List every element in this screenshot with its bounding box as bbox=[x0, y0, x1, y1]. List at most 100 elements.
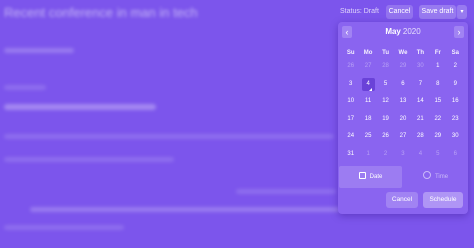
calendar-day[interactable]: 27 bbox=[359, 58, 376, 76]
calendar-day[interactable]: 2 bbox=[447, 58, 464, 76]
calendar-day-number: 25 bbox=[364, 133, 372, 139]
calendar-day[interactable]: 10 bbox=[342, 93, 359, 111]
cancel-button[interactable]: Cancel bbox=[386, 5, 413, 19]
calendar-day-number: 13 bbox=[399, 98, 407, 104]
clock-icon bbox=[422, 171, 431, 180]
calendar-day[interactable]: 26 bbox=[342, 58, 359, 76]
calendar-day[interactable]: 28 bbox=[377, 58, 394, 76]
calendar-day[interactable]: 14 bbox=[412, 93, 429, 111]
calendar-day-number: 6 bbox=[453, 150, 457, 157]
calendar-day-number: 15 bbox=[434, 98, 442, 104]
calendar-day-number: 20 bbox=[399, 115, 407, 122]
calendar-day[interactable]: 31 bbox=[342, 146, 359, 164]
calendar-day[interactable]: 5 bbox=[377, 76, 394, 94]
schedule-button[interactable]: Schedule bbox=[423, 192, 463, 208]
calendar-day[interactable]: 4 bbox=[412, 146, 429, 164]
blurred-line bbox=[4, 85, 46, 90]
calendar-day-number: 2 bbox=[453, 63, 457, 69]
calendar-icon bbox=[358, 171, 366, 179]
calendar-day[interactable]: 18 bbox=[359, 111, 376, 129]
calendar-day[interactable]: 24 bbox=[342, 128, 359, 146]
calendar-day[interactable]: 2 bbox=[377, 146, 394, 164]
calendar-day[interactable]: 26 bbox=[377, 128, 394, 146]
calendar-day[interactable]: 6 bbox=[394, 76, 411, 94]
tab-date[interactable]: Date bbox=[339, 166, 402, 188]
calendar-day-number: 30 bbox=[451, 133, 459, 139]
calendar-day[interactable]: 27 bbox=[394, 128, 411, 146]
save-draft-button[interactable]: Save draft bbox=[419, 5, 456, 19]
calendar-day-number: 23 bbox=[451, 115, 459, 122]
calendar-day-number: 3 bbox=[349, 80, 353, 87]
calendar-day[interactable]: 30 bbox=[412, 58, 429, 76]
calendar-day[interactable]: 6 bbox=[447, 146, 464, 164]
calendar-day[interactable]: 30 bbox=[447, 128, 464, 146]
blurred-line bbox=[30, 207, 340, 212]
calendar-day[interactable]: 9 bbox=[447, 76, 464, 94]
calendar-day-number: 11 bbox=[365, 98, 372, 104]
calendar-day[interactable]: 19 bbox=[377, 111, 394, 129]
tab-time[interactable]: Time bbox=[404, 166, 467, 188]
calendar-day-number: 29 bbox=[399, 63, 407, 69]
calendar-day[interactable]: 23 bbox=[447, 111, 464, 129]
calendar-day[interactable]: 25 bbox=[359, 128, 376, 146]
calendar-day[interactable]: 11 bbox=[359, 93, 376, 111]
blurred-line bbox=[4, 48, 74, 53]
blurred-line bbox=[4, 157, 174, 162]
calendar-day-selected[interactable]: 4 bbox=[359, 76, 376, 94]
calendar-day[interactable]: 3 bbox=[342, 76, 359, 94]
calendar-day-number: 17 bbox=[347, 115, 355, 122]
calendar-day[interactable]: 15 bbox=[429, 93, 446, 111]
calendar-day-number: 9 bbox=[453, 80, 457, 87]
weekday-label: Su bbox=[346, 50, 355, 56]
chevron-down-icon: ▾ bbox=[460, 9, 464, 15]
calendar-day-number: 6 bbox=[401, 80, 405, 87]
tab-time-label: Time bbox=[434, 174, 449, 180]
calendar-day-number: 28 bbox=[417, 133, 424, 139]
calendar-day[interactable]: 20 bbox=[394, 111, 411, 129]
calendar-day[interactable]: 5 bbox=[429, 146, 446, 164]
calendar-day-number: 14 bbox=[417, 98, 424, 104]
calendar-day-number: 1 bbox=[366, 150, 370, 157]
calendar-day-number: 4 bbox=[361, 77, 375, 91]
calendar-day-number: 22 bbox=[434, 115, 442, 122]
calendar-day-number: 16 bbox=[451, 98, 459, 104]
calendar-day[interactable]: 7 bbox=[412, 76, 429, 94]
calendar-day-number: 7 bbox=[418, 80, 423, 87]
weekday-label: Fr bbox=[434, 50, 441, 56]
calendar-day[interactable]: 17 bbox=[342, 111, 359, 129]
month-year-label: May 2020 bbox=[338, 27, 468, 36]
calendar-grid: Su Mo Tu We Th Fr Sa 26 27 28 29 30 1 2 3 4 5 6 7 8 9… bbox=[342, 48, 464, 163]
calendar-day-number: 27 bbox=[364, 63, 372, 69]
calendar-day-number: 26 bbox=[382, 133, 389, 139]
calendar-day-number: 19 bbox=[382, 115, 389, 122]
calendar-day-number: 12 bbox=[382, 98, 389, 104]
save-options-button[interactable]: ▾ bbox=[456, 5, 467, 19]
calendar-day-number: 8 bbox=[436, 80, 440, 87]
calendar-day[interactable]: 21 bbox=[412, 111, 429, 129]
calendar-day-number: 4 bbox=[418, 150, 423, 157]
calendar-day[interactable]: 8 bbox=[429, 76, 446, 94]
calendar-day[interactable]: 28 bbox=[412, 128, 429, 146]
calendar-day-number: 31 bbox=[347, 150, 355, 157]
calendar-day[interactable]: 22 bbox=[429, 111, 446, 129]
calendar-day[interactable]: 3 bbox=[394, 146, 411, 164]
month-label: May bbox=[385, 27, 401, 36]
calendar-day[interactable]: 29 bbox=[394, 58, 411, 76]
calendar-day[interactable]: 29 bbox=[429, 128, 446, 146]
status-label: Status: bbox=[340, 8, 362, 15]
next-month-button[interactable]: › bbox=[454, 26, 464, 38]
calendar-header: ‹ May 2020 › bbox=[338, 26, 468, 40]
blurred-line bbox=[4, 225, 124, 230]
post-title: Recent conference in man in tech bbox=[4, 5, 198, 20]
calendar-day[interactable]: 13 bbox=[394, 93, 411, 111]
calendar-day[interactable]: 1 bbox=[359, 146, 376, 164]
calendar-day[interactable]: 12 bbox=[377, 93, 394, 111]
calendar-day[interactable]: 1 bbox=[429, 58, 446, 76]
calendar-day-number: 5 bbox=[383, 80, 388, 87]
popup-cancel-button[interactable]: Cancel bbox=[386, 192, 418, 208]
calendar-day[interactable]: 16 bbox=[447, 93, 464, 111]
weekday-label: Mo bbox=[363, 50, 373, 56]
blurred-line bbox=[236, 189, 336, 194]
calendar-day-number: 26 bbox=[347, 63, 355, 69]
calendar-day-number: 27 bbox=[399, 133, 407, 139]
